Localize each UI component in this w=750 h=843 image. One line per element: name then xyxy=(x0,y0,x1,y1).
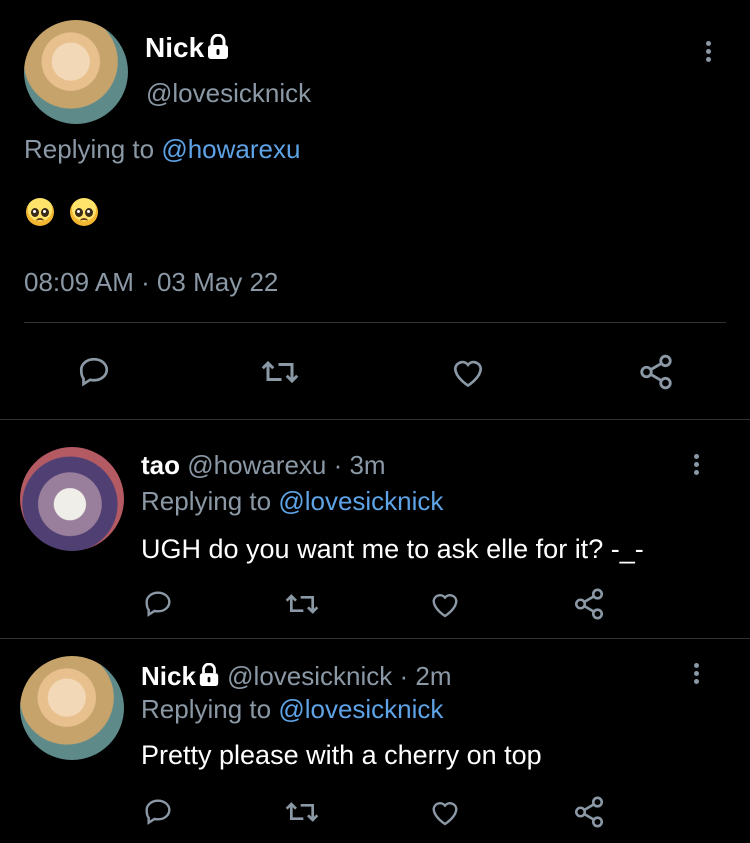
tweet-text: UGH do you want me to ask elle for it? -… xyxy=(141,534,644,564)
main-tweet: Nick @lovesicknick Replying to @howarexu… xyxy=(0,0,750,420)
author-meta[interactable]: @howarexu · 3m xyxy=(187,450,385,480)
replying-to: Replying to @lovesicknick xyxy=(141,694,444,724)
lock-icon xyxy=(208,33,229,59)
replying-to: Replying to @lovesicknick xyxy=(141,486,444,516)
like-button[interactable] xyxy=(427,586,463,622)
reply-button[interactable] xyxy=(74,352,114,392)
reply-button[interactable] xyxy=(140,794,176,830)
more-icon[interactable] xyxy=(690,454,702,475)
share-button[interactable] xyxy=(571,794,607,830)
retweet-button[interactable] xyxy=(258,352,302,392)
divider xyxy=(0,419,750,420)
replying-to: Replying to @howarexu xyxy=(24,134,301,164)
avatar[interactable] xyxy=(20,656,124,760)
like-button[interactable] xyxy=(427,794,463,830)
reply-header: Nick @lovesicknick · 2m xyxy=(141,661,451,692)
reply-button[interactable] xyxy=(140,586,176,622)
reply-header: tao @howarexu · 3m xyxy=(141,450,386,481)
retweet-icon xyxy=(285,802,319,822)
more-icon[interactable] xyxy=(702,41,714,62)
mention-link[interactable]: @lovesicknick xyxy=(278,486,443,516)
mention-link[interactable]: @howarexu xyxy=(161,134,300,164)
reply-icon xyxy=(79,357,109,387)
avatar[interactable] xyxy=(20,447,124,551)
share-icon xyxy=(640,354,672,390)
author-name[interactable]: tao xyxy=(141,450,180,480)
retweet-icon xyxy=(285,594,319,614)
author-name[interactable]: Nick xyxy=(141,661,220,691)
like-icon xyxy=(432,594,458,618)
divider xyxy=(0,638,750,639)
pleading-face-emoji xyxy=(26,198,54,226)
like-button[interactable] xyxy=(448,352,488,392)
author-meta[interactable]: @lovesicknick · 2m xyxy=(227,661,451,691)
author-handle[interactable]: @lovesicknick xyxy=(146,78,311,109)
share-button[interactable] xyxy=(571,586,607,622)
like-icon xyxy=(453,360,483,388)
tweet-thread: Nick @lovesicknick Replying to @howarexu… xyxy=(0,0,750,843)
retweet-button[interactable] xyxy=(282,794,322,830)
pleading-face-emoji xyxy=(70,198,98,226)
avatar[interactable] xyxy=(24,20,128,124)
tweet-timestamp[interactable]: 08:09 AM · 03 May 22 xyxy=(24,267,278,298)
lock-icon xyxy=(199,663,219,687)
author-name[interactable]: Nick xyxy=(145,32,230,64)
reply-icon xyxy=(145,799,171,825)
share-button[interactable] xyxy=(636,352,676,392)
divider xyxy=(24,322,726,323)
reply-icon xyxy=(145,591,171,617)
tweet-text: Pretty please with a cherry on top xyxy=(141,740,542,770)
retweet-icon xyxy=(261,360,299,384)
mention-link[interactable]: @lovesicknick xyxy=(278,694,443,724)
share-icon xyxy=(574,796,604,828)
retweet-button[interactable] xyxy=(282,586,322,622)
share-icon xyxy=(574,588,604,620)
like-icon xyxy=(432,802,458,826)
more-icon[interactable] xyxy=(690,663,702,684)
